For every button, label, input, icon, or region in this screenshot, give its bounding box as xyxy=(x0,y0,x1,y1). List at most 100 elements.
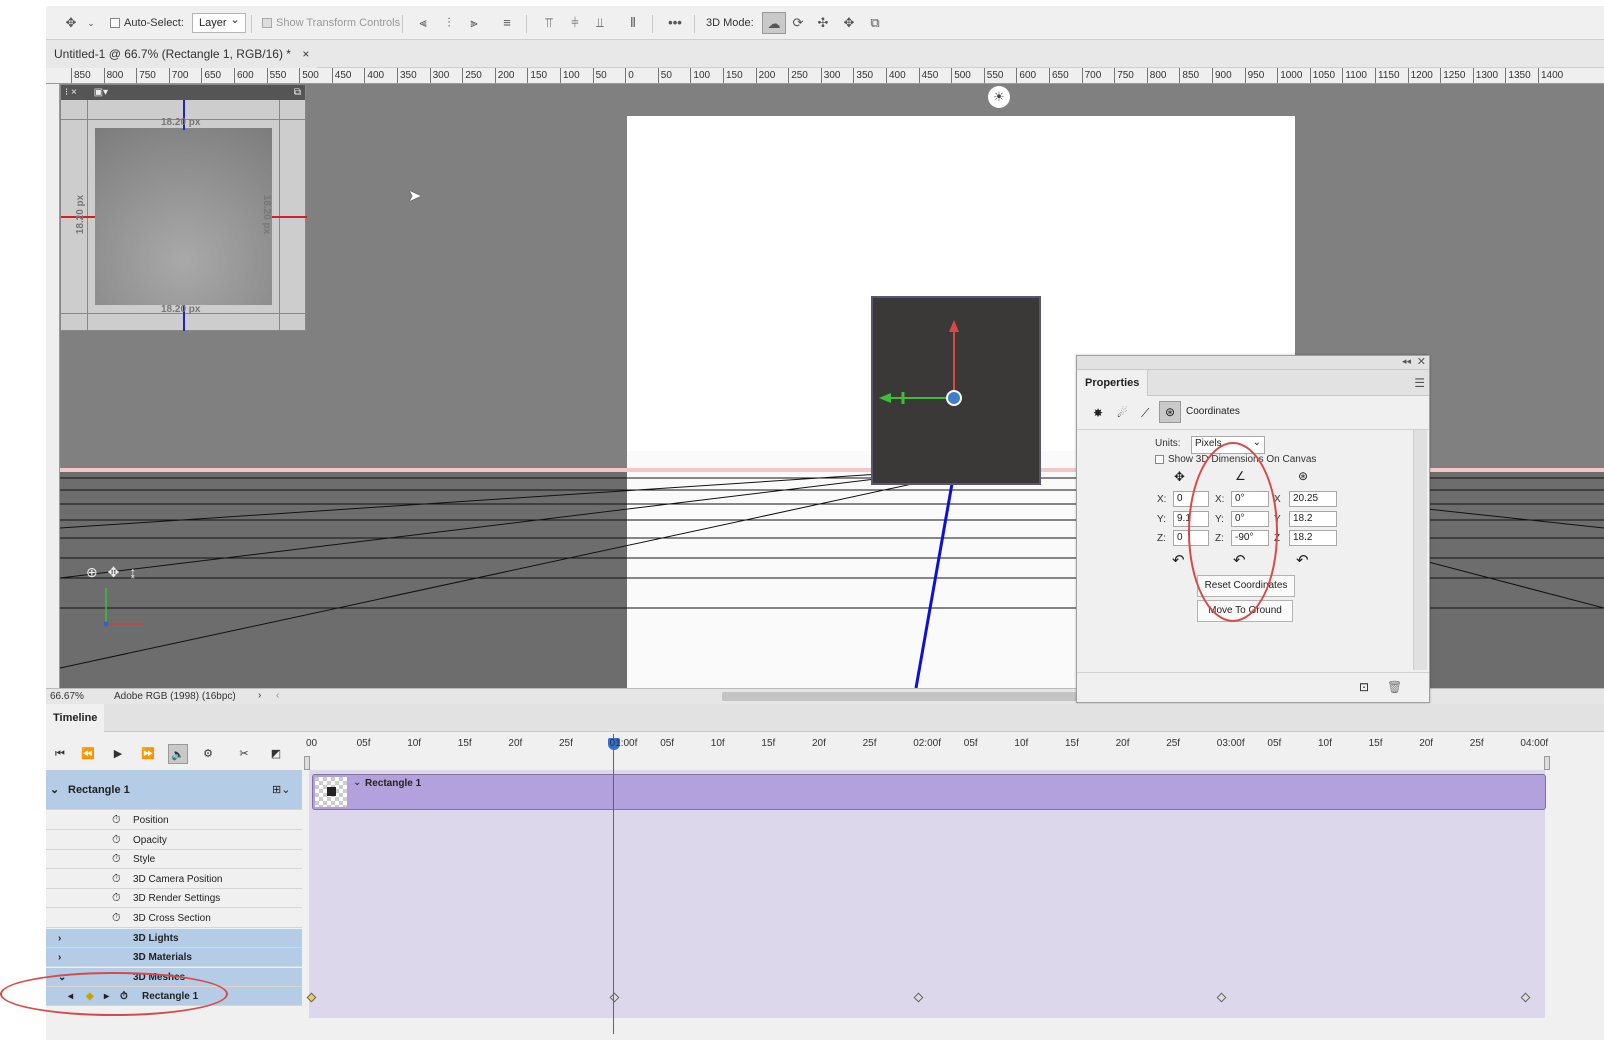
auto-select-checkbox[interactable]: Auto-Select: xyxy=(110,14,184,32)
work-area-end-handle[interactable] xyxy=(1544,756,1550,770)
property-row[interactable]: ⏱ Position xyxy=(46,811,302,830)
layer-group-row[interactable]: ⌄ Rectangle 1 ⊞⌄ xyxy=(46,770,302,810)
checkbox-box[interactable] xyxy=(110,18,120,28)
next-frame-icon[interactable]: ⏩ xyxy=(138,744,158,764)
tab-timeline[interactable]: Timeline xyxy=(46,704,105,732)
scene-icon[interactable]: ✸ xyxy=(1093,406,1103,420)
stopwatch-icon[interactable]: ⏱ xyxy=(112,831,121,850)
property-group-row[interactable]: › 3D Lights xyxy=(46,928,302,948)
globe-rotate-icon[interactable]: ⊕ xyxy=(86,564,98,580)
stopwatch-icon[interactable]: ⏱ xyxy=(112,889,121,908)
more-options-icon[interactable]: ••• xyxy=(666,15,684,31)
orbit-3d-icon[interactable]: ☁ xyxy=(762,12,786,34)
move-tool-icon[interactable]: ✥ xyxy=(62,15,80,31)
scale-z-field[interactable]: 18.2 xyxy=(1289,530,1337,546)
ruler-tick-label: 300 xyxy=(820,68,841,83)
document-tab[interactable]: Untitled-1 @ 66.7% (Rectangle 1, RGB/16)… xyxy=(46,40,318,68)
distribute-icon[interactable]: ≡ xyxy=(498,15,516,31)
light-source-icon[interactable]: ☀ xyxy=(988,86,1010,108)
property-row[interactable]: ⏱ Opacity xyxy=(46,831,302,850)
drag-3d-icon[interactable]: ✣ xyxy=(814,15,832,31)
property-group-row[interactable]: › 3D Materials xyxy=(46,948,302,968)
axis-widget-controls[interactable]: ⊕ ✥ ↨ xyxy=(86,564,136,581)
swap-view-icon[interactable]: ⧉ xyxy=(294,85,301,100)
settings-gear-icon[interactable]: ⚙ xyxy=(198,744,218,764)
distribute-vertical-icon[interactable]: ⦀ xyxy=(624,15,642,31)
align-left-icon[interactable]: ⫷ xyxy=(414,15,432,31)
transition-icon[interactable]: ◩ xyxy=(266,744,286,764)
tab-properties[interactable]: Properties xyxy=(1077,370,1149,396)
dimension-label-left: 18.20 px xyxy=(75,194,87,235)
stopwatch-icon[interactable]: ⏱ xyxy=(112,811,121,830)
close-panel-icon[interactable]: ✕ xyxy=(1417,355,1426,368)
3d-rectangle-mesh[interactable] xyxy=(871,296,1041,485)
align-middle-icon[interactable]: ⫩ xyxy=(566,15,584,31)
align-bottom-icon[interactable]: ⫫ xyxy=(591,15,609,31)
zoom-level[interactable]: 66.67% xyxy=(50,691,84,702)
timeline-tick-label: 25f xyxy=(862,738,877,749)
show-transform-controls-checkbox[interactable]: Show Transform Controls xyxy=(262,14,400,32)
scale-view-icon[interactable]: ↨ xyxy=(129,564,136,580)
first-frame-icon[interactable]: ⏮ xyxy=(50,744,70,764)
panel-scrollbar[interactable] xyxy=(1413,430,1427,670)
secondary-3d-view[interactable]: ⁝ × ▣▾ ⧉ 18.20 px 18.20 px 18.20 px 18.2… xyxy=(60,84,307,331)
view-menu-icon[interactable]: ⁝ × xyxy=(65,87,77,98)
new-layer-icon[interactable]: ⊡ xyxy=(1359,680,1369,694)
coordinates-icon[interactable]: ⊛ xyxy=(1159,401,1181,423)
ruler-tick-label: 50 xyxy=(657,68,672,83)
chevron-right-icon[interactable]: › xyxy=(58,948,61,967)
align-right-icon[interactable]: ⫸ xyxy=(465,15,483,31)
layer-clip[interactable]: ⌄ Rectangle 1 xyxy=(312,774,1546,810)
scale-3d-icon[interactable]: ⧉ xyxy=(866,15,884,31)
split-scissors-icon[interactable]: ✂ xyxy=(234,744,254,764)
tool-preset-chevron-icon[interactable]: ⌄ xyxy=(82,15,100,31)
timeline-tick-label: 15f xyxy=(1065,738,1079,749)
collapse-panel-icon[interactable]: ◂◂ xyxy=(1402,356,1411,367)
property-row[interactable]: ⏱ 3D Render Settings xyxy=(46,889,302,909)
stopwatch-icon[interactable]: ⏱ xyxy=(112,850,121,869)
view-select-icon[interactable]: ▣▾ xyxy=(94,87,108,98)
move-view-icon[interactable]: ✥ xyxy=(108,564,120,580)
checkbox-box[interactable] xyxy=(262,18,272,28)
timeline-tick-label: 00 xyxy=(306,738,318,749)
panel-menu-icon[interactable]: ☰ xyxy=(1414,376,1425,390)
horizontal-scrollbar[interactable] xyxy=(722,692,1082,701)
checkbox-box[interactable] xyxy=(1155,455,1164,464)
property-row[interactable]: ⏱ 3D Camera Position xyxy=(46,870,302,889)
trash-icon[interactable]: 🗑 xyxy=(1387,680,1402,694)
chevron-down-icon[interactable]: ⌄ xyxy=(50,770,59,810)
status-expand-icon[interactable]: › xyxy=(258,690,261,701)
timeline-tick-label: 02:00f xyxy=(913,738,941,749)
timeline-tick-label: 05f xyxy=(963,738,978,749)
chevron-right-icon[interactable]: › xyxy=(58,929,61,948)
layer-select[interactable]: Layer xyxy=(192,11,246,33)
work-area-start-handle[interactable] xyxy=(304,756,310,770)
annotation-circle xyxy=(1188,442,1278,622)
audio-icon[interactable]: 🔈 xyxy=(168,744,188,764)
film-icon[interactable]: ⊞⌄ xyxy=(272,770,290,810)
3d-axis-gizmo[interactable] xyxy=(873,298,1039,483)
stopwatch-icon[interactable]: ⏱ xyxy=(112,909,121,928)
align-center-icon[interactable]: ⫶ xyxy=(440,15,458,31)
previous-frame-icon[interactable]: ⏪ xyxy=(78,744,98,764)
play-icon[interactable]: ▶ xyxy=(108,744,128,764)
stopwatch-icon[interactable]: ⏱ xyxy=(112,870,121,889)
mesh-icon[interactable]: ☄ xyxy=(1117,406,1128,420)
scroll-left-icon[interactable]: ‹ xyxy=(276,690,279,701)
roll-3d-icon[interactable]: ⟳ xyxy=(789,15,807,31)
ruler-tick-label: 400 xyxy=(364,68,385,83)
property-row[interactable]: ⏱ Style xyxy=(46,850,302,870)
ruler-tick-label: 650 xyxy=(201,68,222,83)
deform-icon[interactable]: ⟋ xyxy=(1141,406,1149,421)
scale-x-field[interactable]: 20.25 xyxy=(1289,491,1337,507)
align-top-icon[interactable]: ⫪ xyxy=(540,15,558,31)
scale-y-field[interactable]: 18.2 xyxy=(1289,511,1337,527)
chevron-down-icon[interactable]: ⌄ xyxy=(353,777,361,788)
reset-position-icon[interactable]: ↶ xyxy=(1172,551,1185,569)
close-tab-icon[interactable]: × xyxy=(302,47,309,61)
reset-scale-icon[interactable]: ↶ xyxy=(1296,551,1309,569)
ruler-tick-label: 150 xyxy=(723,68,743,83)
property-row[interactable]: ⏱ 3D Cross Section xyxy=(46,909,302,928)
slide-3d-icon[interactable]: ✥ xyxy=(840,15,858,31)
playhead[interactable] xyxy=(613,734,614,1034)
